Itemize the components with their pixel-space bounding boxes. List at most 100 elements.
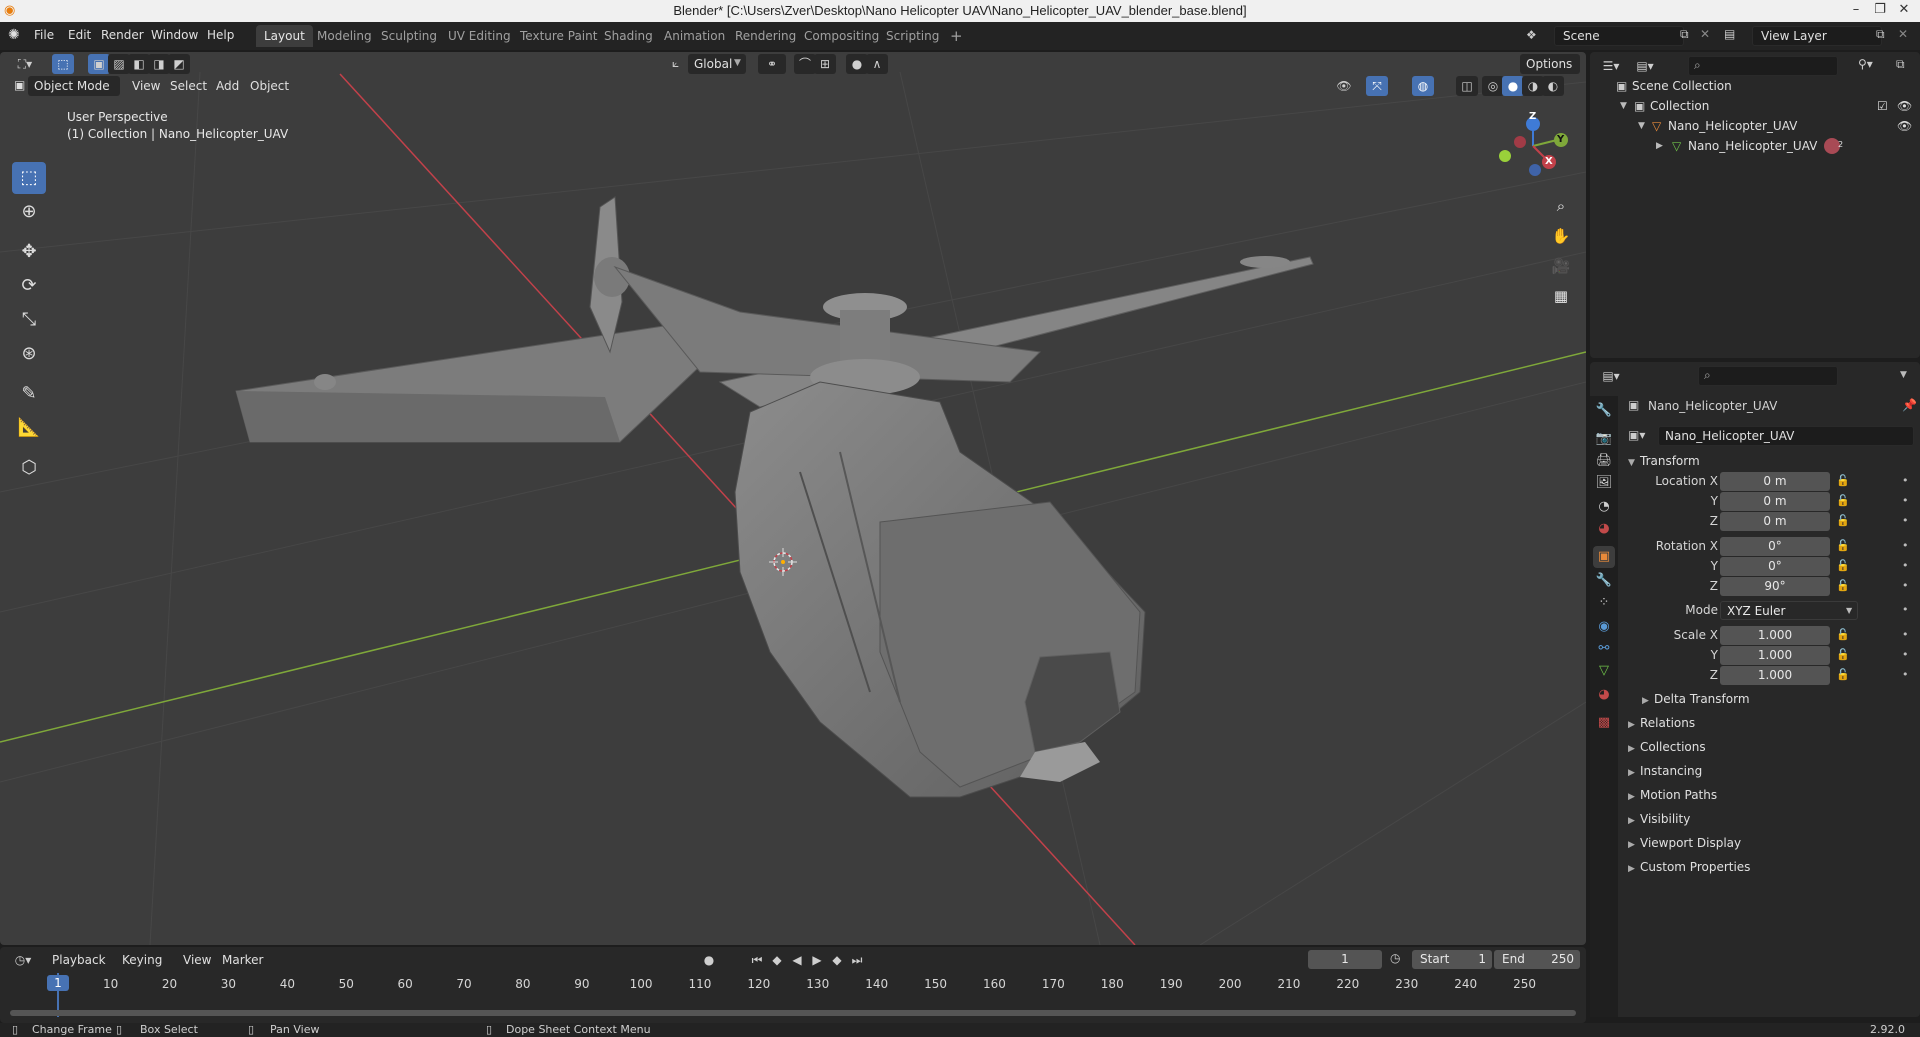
- zoom-icon[interactable]: ⌕: [1548, 193, 1574, 219]
- render-tab-icon[interactable]: 📷: [1593, 428, 1615, 450]
- menu-edit[interactable]: Edit: [68, 28, 91, 42]
- play-icon[interactable]: ▶: [806, 950, 828, 970]
- close-icon[interactable]: ✕: [1888, 0, 1920, 22]
- annotate-tool-icon[interactable]: ✎: [12, 378, 46, 410]
- tab-sculpting[interactable]: Sculpting: [373, 25, 445, 47]
- tab-texture-paint[interactable]: Texture Paint: [512, 25, 605, 47]
- physics-tab-icon[interactable]: ◉: [1593, 616, 1615, 638]
- keyframe-dot-icon[interactable]: •: [1902, 539, 1909, 552]
- lock-icon[interactable]: 🔓: [1836, 628, 1850, 641]
- blender-menu-icon[interactable]: ✺: [8, 27, 20, 43]
- jump-prev-keyframe-icon[interactable]: ◆: [766, 950, 788, 970]
- proportional-edit-icon[interactable]: ●: [846, 54, 868, 74]
- tab-compositing[interactable]: Compositing: [796, 25, 887, 47]
- output-tab-icon[interactable]: 🖨: [1593, 450, 1615, 472]
- jump-end-icon[interactable]: ⏭: [846, 950, 868, 970]
- lock-icon[interactable]: 🔓: [1836, 648, 1850, 661]
- timeline-editor-type-icon[interactable]: ◷▾: [8, 950, 38, 970]
- outliner-row-collection[interactable]: ▼ ▣ Collection ☑ 👁: [1590, 96, 1920, 116]
- keyframe-dot-icon[interactable]: •: [1902, 514, 1909, 527]
- current-frame-field[interactable]: 1: [1308, 950, 1382, 969]
- scale-x-field[interactable]: 1.000: [1720, 626, 1830, 645]
- custom-properties-panel-header[interactable]: ▶ Custom Properties: [1628, 856, 1750, 878]
- collections-panel-header[interactable]: ▶ Collections: [1628, 736, 1706, 758]
- start-frame-field[interactable]: Start 1: [1412, 950, 1492, 969]
- location-z-field[interactable]: 0 m: [1720, 512, 1830, 531]
- new-view-layer-icon[interactable]: ⧉: [1876, 27, 1885, 42]
- viewport-scene[interactable]: [0, 52, 1586, 945]
- location-y-field[interactable]: 0 m: [1720, 492, 1830, 511]
- eye-icon[interactable]: 👁: [1897, 96, 1912, 116]
- select-new-icon[interactable]: ▣: [88, 54, 110, 74]
- scale-y-field[interactable]: 1.000: [1720, 646, 1830, 665]
- select-intersect-icon[interactable]: ◩: [168, 54, 190, 74]
- view-layer-icon[interactable]: ▤: [1724, 27, 1735, 41]
- rotation-x-field[interactable]: 0°: [1720, 537, 1830, 556]
- snap-target-icon[interactable]: ⊞: [814, 54, 836, 74]
- eye-icon[interactable]: 👁: [1897, 116, 1912, 136]
- add-workspace-button[interactable]: +: [942, 25, 971, 47]
- viewport-display-panel-header[interactable]: ▶ Viewport Display: [1628, 832, 1741, 854]
- select-box-tool-icon[interactable]: ⬚: [12, 162, 46, 194]
- keyframe-dot-icon[interactable]: •: [1902, 668, 1909, 681]
- constraints-tab-icon[interactable]: ⚯: [1593, 638, 1615, 660]
- scale-z-field[interactable]: 1.000: [1720, 666, 1830, 685]
- lock-icon[interactable]: 🔓: [1836, 579, 1850, 592]
- shading-material-icon[interactable]: ◑: [1522, 76, 1544, 96]
- tool-tab-icon[interactable]: 🔧: [1593, 400, 1615, 422]
- chevron-down-icon[interactable]: ▼: [1900, 370, 1907, 380]
- keyframe-dot-icon[interactable]: •: [1902, 603, 1909, 616]
- lock-icon[interactable]: 🔓: [1836, 559, 1850, 572]
- properties-search-input[interactable]: [1698, 366, 1838, 386]
- keyframe-dot-icon[interactable]: •: [1902, 628, 1909, 641]
- menu-file[interactable]: File: [34, 28, 54, 42]
- tab-layout[interactable]: Layout: [256, 25, 313, 47]
- modifier-tab-icon[interactable]: 🔧: [1593, 570, 1615, 592]
- lock-icon[interactable]: 🔓: [1836, 539, 1850, 552]
- rotate-tool-icon[interactable]: ⟳: [12, 270, 46, 302]
- scene-tab-icon[interactable]: ◔: [1593, 496, 1615, 518]
- delta-transform-header[interactable]: ▶ Delta Transform: [1642, 688, 1750, 710]
- lock-icon[interactable]: 🔓: [1836, 494, 1850, 507]
- new-collection-icon[interactable]: ⧉: [1896, 57, 1905, 72]
- camera-view-icon[interactable]: 🎥: [1548, 253, 1574, 279]
- viewport-menu-object[interactable]: Object: [244, 76, 295, 96]
- view-layer-tab-icon[interactable]: 🖼: [1593, 472, 1615, 494]
- scene-field[interactable]: Scene: [1554, 26, 1684, 46]
- xray-toggle-icon[interactable]: ◫: [1456, 76, 1478, 96]
- filter-icon[interactable]: ⚲▾: [1858, 57, 1873, 71]
- viewport-menu-view[interactable]: View: [126, 76, 166, 96]
- outliner-row-object[interactable]: ▼ ▽ Nano_Helicopter_UAV 👁: [1590, 116, 1920, 136]
- tab-animation[interactable]: Animation: [656, 25, 733, 47]
- transform-tool-icon[interactable]: ⊛: [12, 338, 46, 370]
- remove-view-layer-icon[interactable]: ✕: [1898, 27, 1908, 41]
- scale-tool-icon[interactable]: ⤡: [12, 304, 46, 336]
- select-extend-icon[interactable]: ▨: [108, 54, 130, 74]
- menu-window[interactable]: Window: [151, 28, 198, 42]
- instancing-panel-header[interactable]: ▶ Instancing: [1628, 760, 1702, 782]
- material-tab-icon[interactable]: ◕: [1593, 684, 1615, 706]
- motion-paths-panel-header[interactable]: ▶ Motion Paths: [1628, 784, 1717, 806]
- keyframe-dot-icon[interactable]: •: [1902, 494, 1909, 507]
- tab-modeling[interactable]: Modeling: [309, 25, 380, 47]
- object-mode-dropdown[interactable]: Object Mode: [28, 76, 120, 96]
- rotation-y-field[interactable]: 0°: [1720, 557, 1830, 576]
- proportional-falloff-icon[interactable]: ∧: [866, 54, 888, 74]
- texture-tab-icon[interactable]: ▩: [1593, 712, 1615, 734]
- shading-solid-icon[interactable]: ●: [1502, 76, 1524, 96]
- data-tab-icon[interactable]: ▽: [1593, 660, 1615, 682]
- lock-icon[interactable]: 🔓: [1836, 474, 1850, 487]
- expand-arrow-icon[interactable]: ▼: [1638, 116, 1645, 136]
- display-mode-icon[interactable]: ▤▾: [1630, 56, 1660, 76]
- timeline-menu-playback[interactable]: Playback: [46, 950, 112, 970]
- visibility-panel-header[interactable]: ▶ Visibility: [1628, 808, 1690, 830]
- particles-tab-icon[interactable]: ⁘: [1593, 592, 1615, 614]
- scene-icon[interactable]: ❖: [1526, 28, 1537, 42]
- outliner-row-scene-collection[interactable]: ▣ Scene Collection: [1590, 76, 1920, 96]
- cursor-tool-icon[interactable]: ⊕: [12, 196, 46, 228]
- expand-arrow-icon[interactable]: ▶: [1656, 136, 1663, 156]
- select-invert-icon[interactable]: ◨: [148, 54, 170, 74]
- gizmo-toggle-icon[interactable]: ⤧: [1366, 76, 1388, 96]
- lock-icon[interactable]: 🔓: [1836, 668, 1850, 681]
- timeline-menu-keying[interactable]: Keying: [116, 950, 168, 970]
